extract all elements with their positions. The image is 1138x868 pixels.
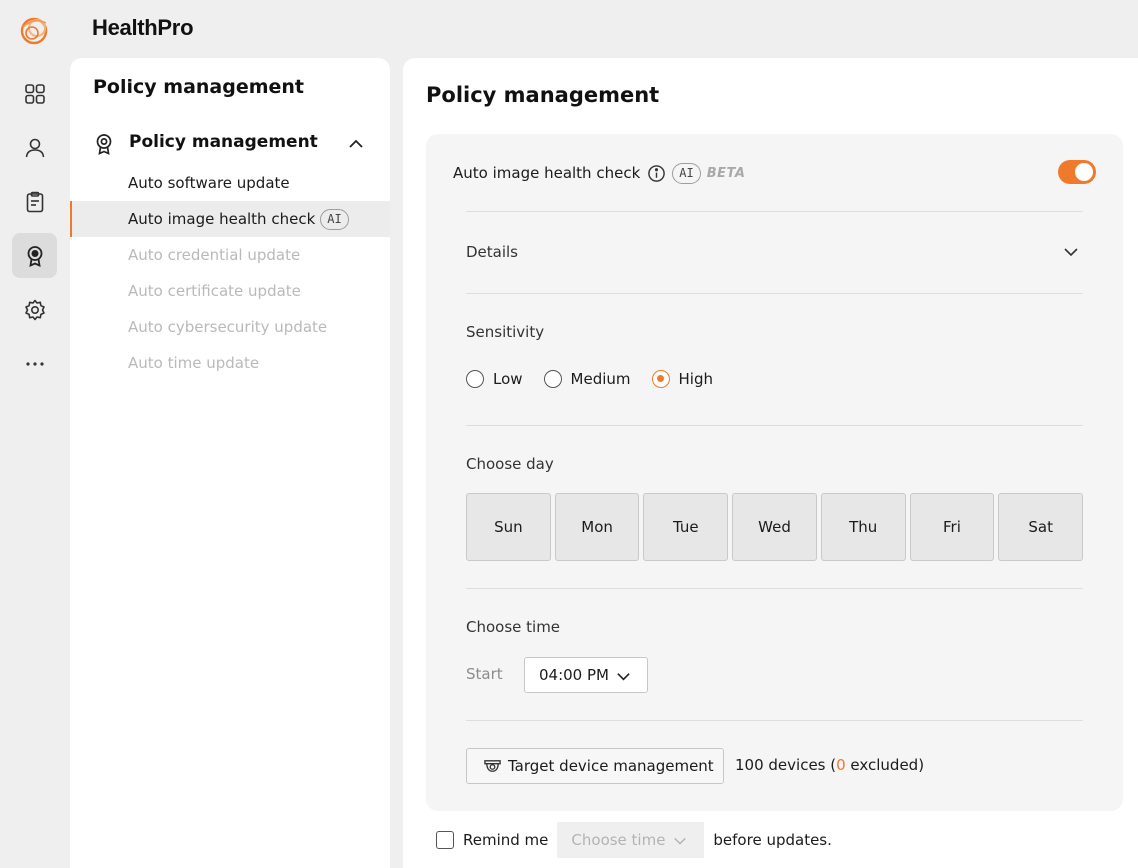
sidebar-item-auto-software-update[interactable]: Auto software update [70, 165, 390, 201]
gear-icon [24, 299, 45, 320]
icon-rail [0, 58, 70, 868]
sidebar-item-label: Auto software update [128, 174, 290, 192]
start-time-select[interactable]: 04:00 PM [524, 657, 648, 693]
sidebar-title: Policy management [93, 76, 305, 98]
chevron-down-icon [674, 837, 687, 845]
more-dots-icon [25, 361, 44, 366]
day-button-tue[interactable]: Tue [643, 493, 729, 561]
radio-medium[interactable]: Medium [543, 370, 631, 388]
choose-time-label: Choose time [466, 618, 561, 636]
day-button-wed[interactable]: Wed [732, 493, 817, 561]
sidebar-group-label: Policy management [129, 132, 318, 152]
excluded-count: 0 [836, 756, 846, 774]
radio-label: Medium [570, 370, 631, 388]
rail-settings-button[interactable] [12, 287, 57, 332]
app-name: HealthPro [92, 15, 194, 40]
sidebar-item-auto-certificate-update: Auto certificate update [70, 273, 390, 309]
sensitivity-label: Sensitivity [466, 323, 545, 341]
page-title: Policy management [426, 83, 660, 107]
policy-badge-icon [96, 134, 112, 155]
sidebar-item-auto-credential-update: Auto credential update [70, 237, 390, 273]
ai-badge: AI [320, 208, 349, 230]
rail-more-button[interactable] [12, 341, 57, 386]
camera-device-icon [484, 759, 501, 772]
policy-card: Auto image health check AI BETA Details … [426, 134, 1123, 811]
remind-time-select: Choose time [557, 822, 705, 858]
healthpro-logo-icon [20, 17, 48, 45]
divider [466, 720, 1083, 721]
radio-high[interactable]: High [651, 370, 714, 388]
target-button-label: Target device management [508, 757, 714, 775]
rail-policy-button[interactable] [12, 233, 57, 278]
toggle-knob [1075, 163, 1093, 181]
remind-suffix: before updates. [713, 831, 832, 849]
card-title: Auto image health check [453, 164, 641, 182]
radio-label: High [678, 370, 714, 388]
device-count-prefix: 100 devices ( [735, 756, 837, 774]
chevron-down-icon[interactable] [1062, 243, 1080, 261]
start-time-value: 04:00 PM [539, 666, 609, 684]
rail-dashboard-button[interactable] [12, 71, 57, 116]
day-button-sat[interactable]: Sat [998, 493, 1084, 561]
day-button-thu[interactable]: Thu [820, 493, 906, 561]
top-bar: HealthPro [0, 0, 1138, 58]
radio-label: Low [493, 370, 523, 388]
sidebar-panel: Policy management Policy management Auto… [70, 58, 390, 868]
radio-circle [466, 370, 484, 388]
day-button-sun[interactable]: Sun [466, 493, 551, 561]
sidebar-item-label: Auto image health check [128, 210, 316, 228]
divider [466, 293, 1083, 294]
device-count-suffix: excluded) [845, 756, 925, 774]
sidebar-item-auto-image-health-check[interactable]: Auto image health check AI [70, 201, 390, 237]
user-icon [25, 138, 44, 157]
sidebar-item-label: Auto cybersecurity update [128, 318, 328, 336]
day-button-fri[interactable]: Fri [909, 493, 995, 561]
ai-badge: AI [672, 162, 701, 184]
rail-clipboard-button[interactable] [12, 179, 57, 224]
sidebar-item-label: Auto credential update [128, 246, 301, 264]
sidebar-item-label: Auto certificate update [128, 282, 301, 300]
dashboard-grid-icon [24, 83, 45, 104]
day-button-mon[interactable]: Mon [554, 493, 640, 561]
beta-label: BETA [706, 165, 746, 181]
details-label: Details [466, 243, 519, 261]
sidebar-item-auto-time-update: Auto time update [70, 345, 390, 381]
device-count: 100 devices (0 excluded) [735, 756, 924, 774]
chevron-down-icon [617, 673, 630, 681]
enable-toggle[interactable] [1058, 160, 1096, 184]
radio-circle [651, 370, 670, 388]
sidebar-group-policy-management[interactable]: Policy management [92, 130, 370, 158]
remind-row: Remind me Choose time before updates. [436, 822, 832, 858]
target-device-management-button[interactable]: Target device management [466, 748, 724, 784]
chevron-up-icon[interactable] [348, 136, 364, 152]
divider [466, 588, 1083, 589]
start-label: Start [466, 665, 503, 683]
radio-low[interactable]: Low [466, 370, 523, 388]
choose-day-label: Choose day [466, 455, 554, 473]
remind-time-placeholder: Choose time [571, 831, 666, 849]
sidebar-item-auto-cybersecurity-update: Auto cybersecurity update [70, 309, 390, 345]
radio-circle [543, 370, 562, 388]
divider [466, 425, 1083, 426]
remind-checkbox[interactable] [436, 831, 454, 849]
card-header: Auto image health check AI BETA [453, 161, 745, 185]
clipboard-icon [26, 191, 43, 212]
day-picker: Sun Mon Tue Wed Thu Fri Sat [466, 493, 1084, 561]
sensitivity-radio-group: Low Medium High [466, 370, 734, 388]
remind-label: Remind me [463, 831, 549, 849]
policy-badge-icon [27, 245, 42, 267]
divider [466, 211, 1083, 212]
info-icon[interactable] [647, 164, 666, 183]
main-panel: Policy management Auto image health chec… [403, 58, 1138, 868]
sidebar-item-label: Auto time update [128, 354, 260, 372]
rail-users-button[interactable] [12, 125, 57, 170]
